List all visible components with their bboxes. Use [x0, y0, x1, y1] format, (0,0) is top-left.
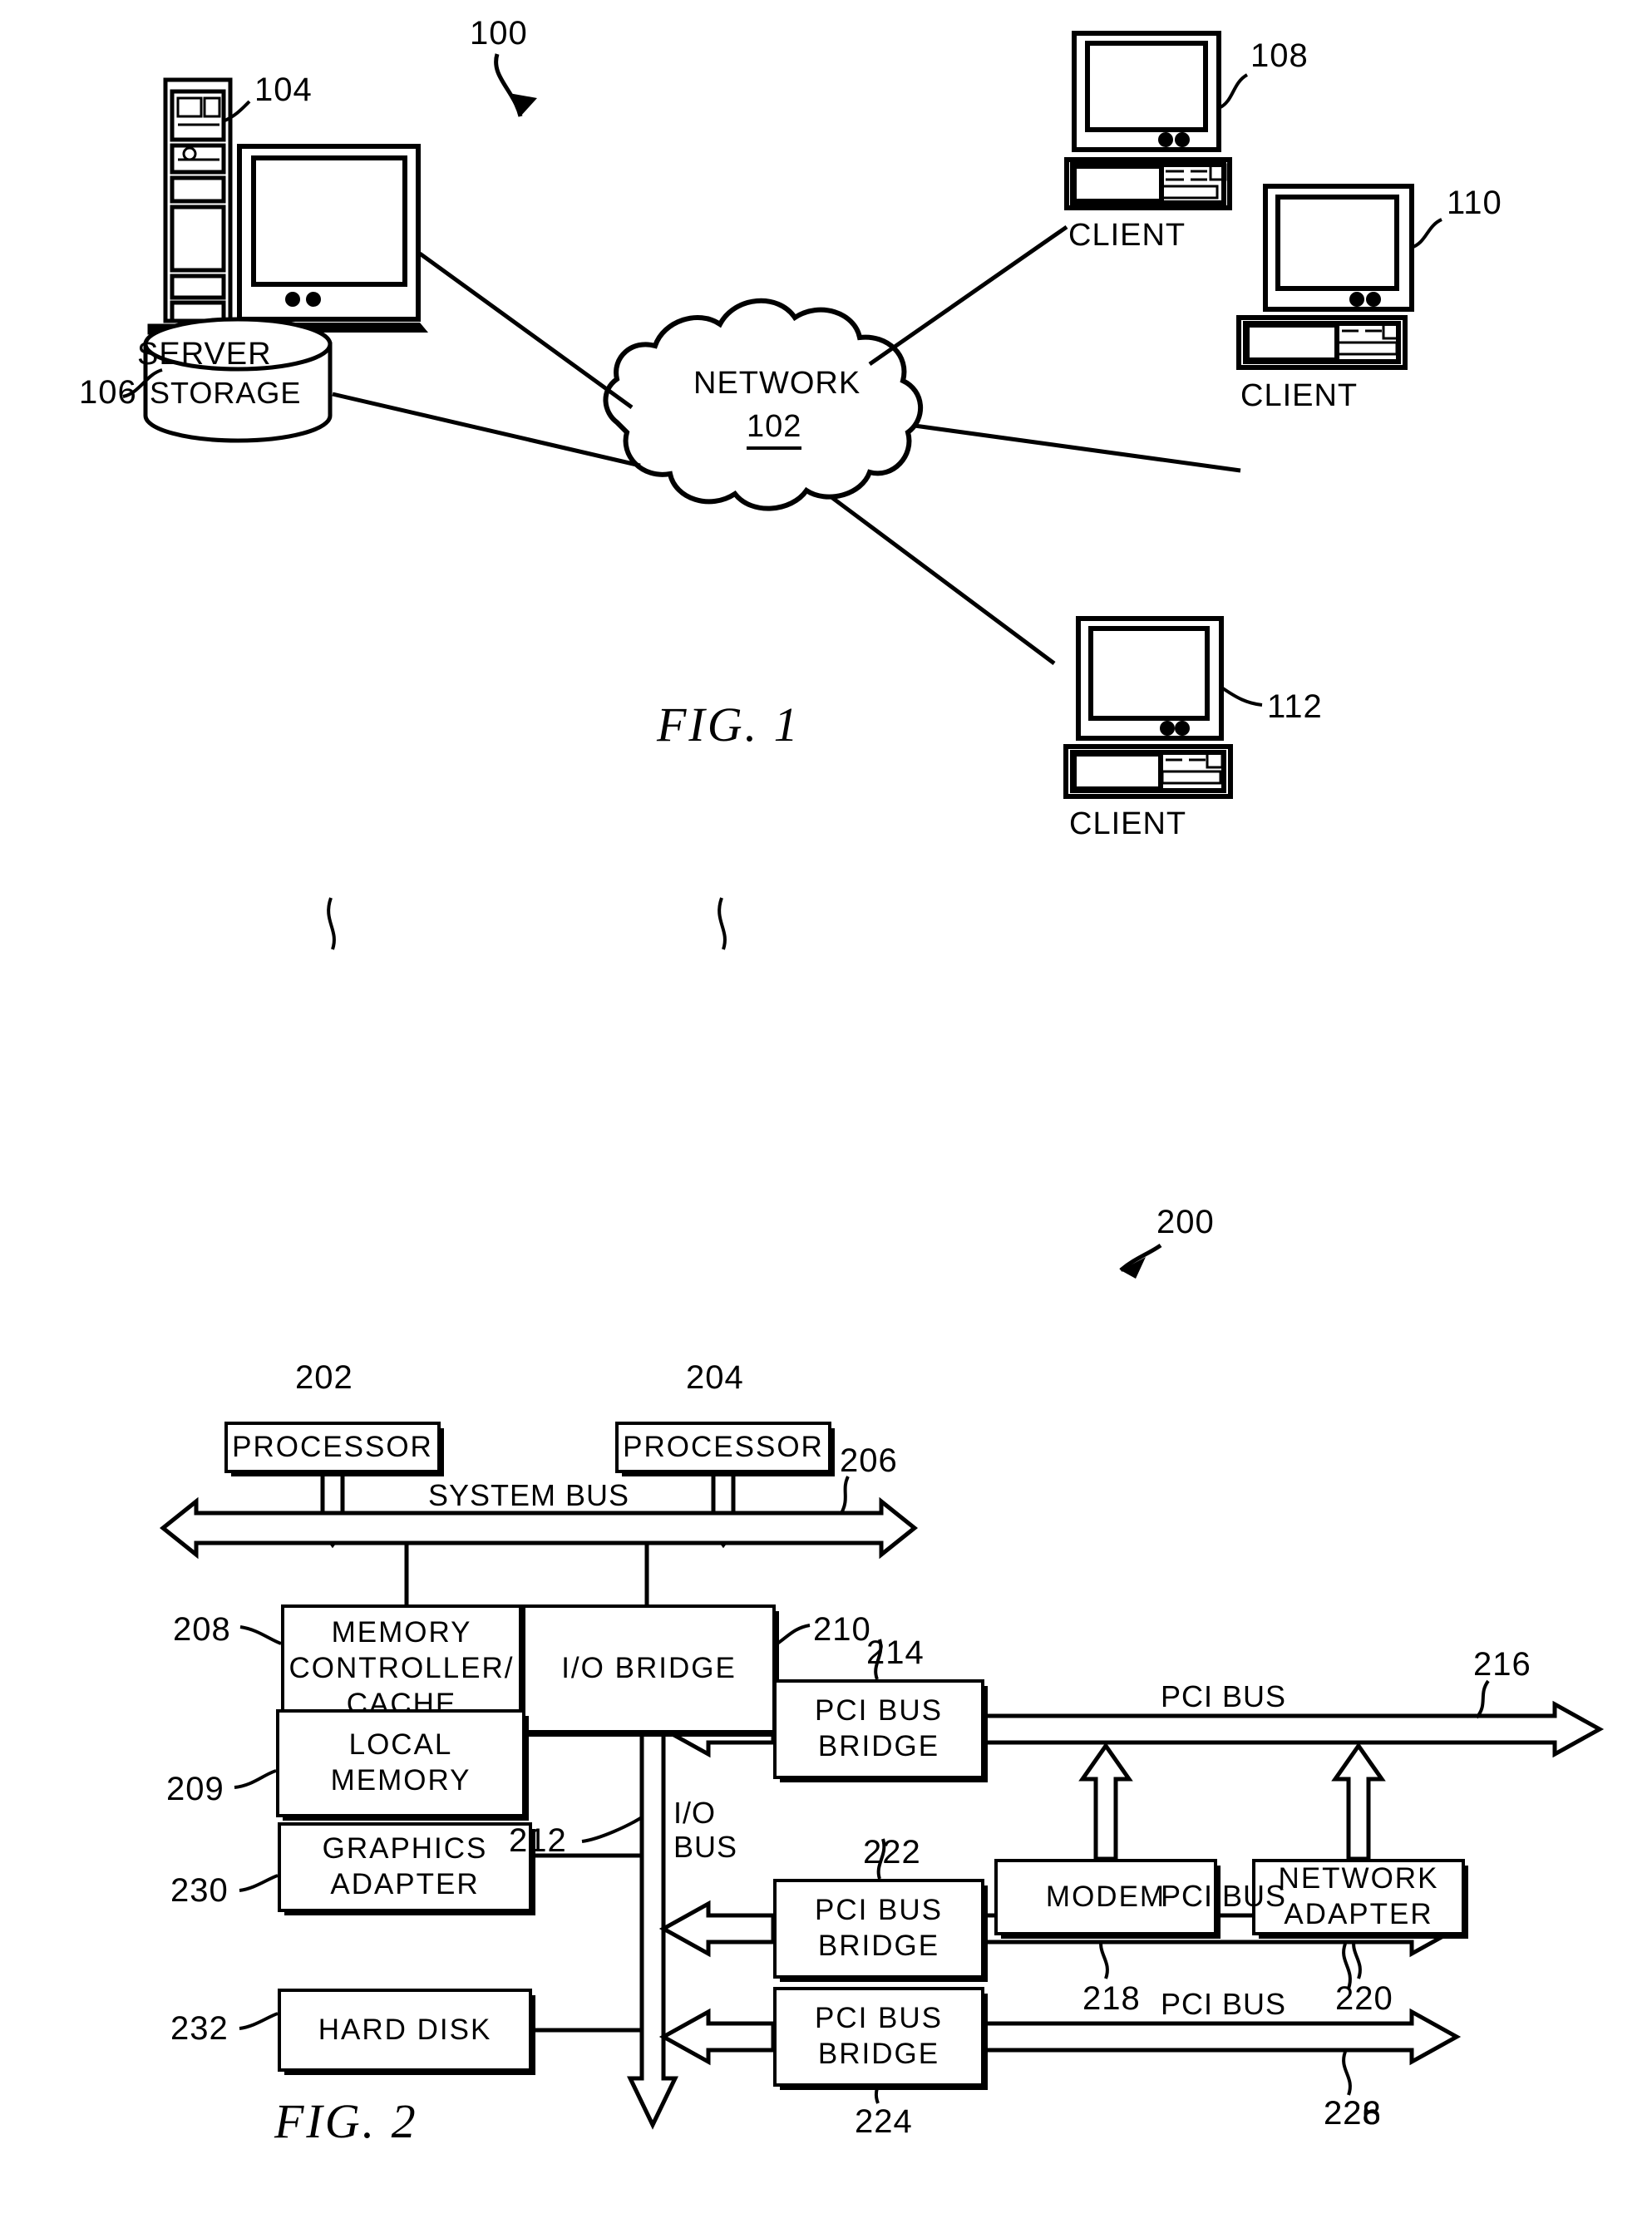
server-label: SERVER — [137, 337, 272, 372]
ref-210: 210 — [813, 1611, 871, 1648]
io-bridge-block[interactable]: I/O BRIDGE — [522, 1604, 776, 1733]
ref-230: 230 — [170, 1872, 229, 1909]
pci-bus-2-label: PCI BUS — [1161, 1879, 1287, 1913]
graphics-adapter-block[interactable]: GRAPHICS ADAPTER — [278, 1822, 532, 1912]
ref-228-visible: 228 — [1324, 2095, 1382, 2132]
ref-112: 112 — [1267, 688, 1323, 725]
local-memory-label: LOCAL MEMORY — [330, 1728, 471, 1797]
network-adapter-label: NETWORK ADAPTER — [1278, 1862, 1439, 1930]
pci-bus-bridge-2-block[interactable]: PCI BUS BRIDGE — [773, 1879, 984, 1979]
client-bottom-label: CLIENT — [1069, 806, 1187, 841]
ref-200: 200 — [1156, 1204, 1215, 1240]
ref-222: 222 — [863, 1834, 921, 1871]
figure-1-caption: FIG. 1 — [657, 697, 801, 752]
memory-controller-label: MEMORY CONTROLLER/ CACHE — [288, 1616, 515, 1720]
figure-2: PROCESSOR PROCESSOR MEMORY CONTROLLER/ C… — [0, 848, 1652, 2225]
hard-disk-label: HARD DISK — [318, 2013, 492, 2046]
ref-218: 218 — [1082, 1980, 1141, 2017]
pci-bus-3-label: PCI BUS — [1161, 1987, 1287, 2021]
ref-206: 206 — [840, 1442, 898, 1479]
io-bridge-label: I/O BRIDGE — [561, 1652, 737, 1685]
pci-bus-1-label: PCI BUS — [1161, 1679, 1287, 1713]
figure-2-caption: FIG. 2 — [274, 2094, 418, 2148]
ref-214: 214 — [866, 1634, 925, 1671]
network-label: NETWORK — [693, 366, 861, 401]
figure-1-linework — [122, 31, 1442, 799]
ref-104: 104 — [254, 71, 313, 108]
processor-right-label: PROCESSOR — [623, 1430, 824, 1463]
system-bus-label: SYSTEM BUS — [428, 1478, 630, 1512]
pci-bus-bridge-1-block[interactable]: PCI BUS BRIDGE — [773, 1679, 984, 1779]
ref-208: 208 — [173, 1611, 231, 1648]
ref-209: 209 — [166, 1771, 224, 1807]
processor-right-block[interactable]: PROCESSOR — [615, 1422, 831, 1473]
local-memory-block[interactable]: LOCAL MEMORY — [276, 1709, 525, 1817]
ref-106: 106 — [79, 374, 137, 411]
client-top-label: CLIENT — [1068, 218, 1186, 253]
ref-204: 204 — [686, 1359, 744, 1396]
ref-110: 110 — [1447, 185, 1502, 221]
ref-202: 202 — [295, 1359, 353, 1396]
network-ref-102: 102 — [747, 409, 802, 450]
client-middle-label: CLIENT — [1240, 378, 1359, 413]
hard-disk-block[interactable]: HARD DISK — [278, 1989, 532, 2072]
ref-220: 220 — [1335, 1980, 1393, 2017]
pci-bus-bridge-1-label: PCI BUS BRIDGE — [814, 1694, 944, 1762]
processor-left-label: PROCESSOR — [232, 1430, 433, 1463]
ref-108: 108 — [1250, 37, 1309, 74]
storage-label: STORAGE — [150, 376, 302, 410]
ref-100: 100 — [470, 15, 528, 52]
modem-label: MODEM — [1045, 1880, 1166, 1913]
ref-232: 232 — [170, 2010, 229, 2047]
pci-bus-bridge-2-label: PCI BUS BRIDGE — [814, 1894, 944, 1962]
processor-left-block[interactable]: PROCESSOR — [224, 1422, 441, 1473]
pci-bus-bridge-3-label: PCI BUS BRIDGE — [814, 2002, 944, 2070]
figure-1: 100 104 SERVER 106 STORAGE NETWORK 102 1… — [0, 0, 1652, 841]
io-bus-label: I/O BUS — [673, 1796, 738, 1865]
ref-216: 216 — [1473, 1646, 1531, 1683]
ref-212: 212 — [509, 1822, 567, 1859]
graphics-adapter-label: GRAPHICS ADAPTER — [322, 1832, 488, 1900]
ref-224: 224 — [855, 2103, 913, 2140]
pci-bus-bridge-3-block[interactable]: PCI BUS BRIDGE — [773, 1987, 984, 2087]
